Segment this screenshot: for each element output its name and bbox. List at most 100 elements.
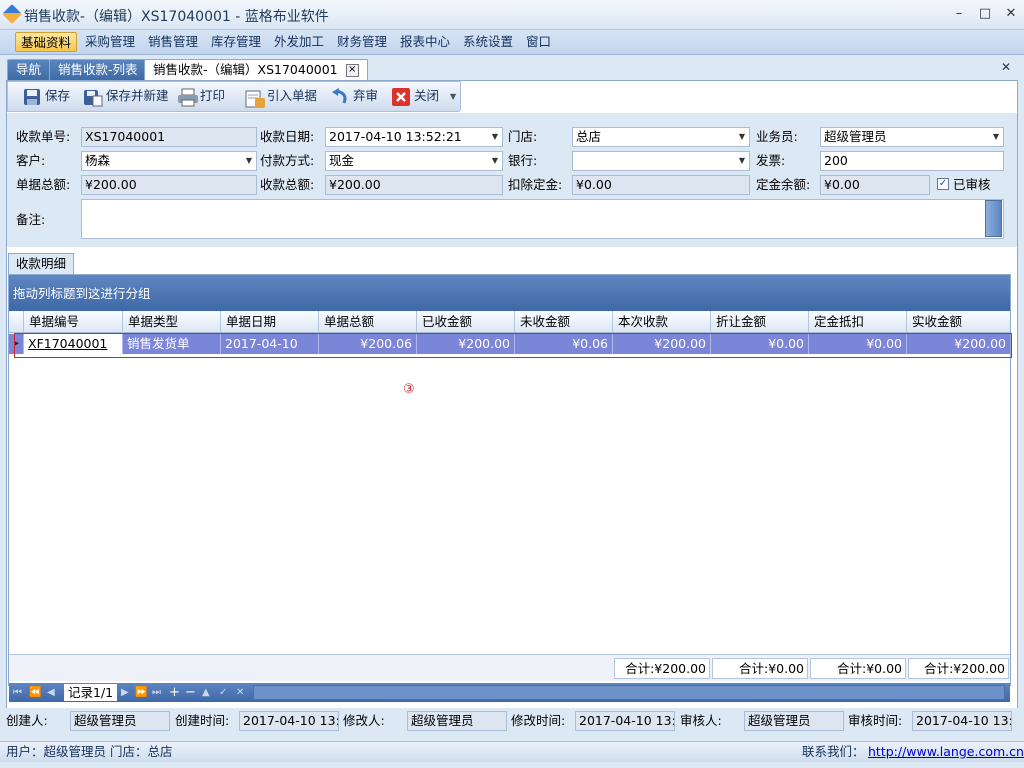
toolbar-overflow-icon[interactable]: ▼ bbox=[450, 92, 456, 101]
edit-record-icon[interactable]: ▲ bbox=[202, 684, 210, 701]
col-unreceived[interactable]: 未收金额 bbox=[514, 311, 612, 333]
tab-close-icon[interactable]: × bbox=[345, 64, 359, 77]
delete-record-icon[interactable]: − bbox=[185, 684, 196, 701]
close-panel-icon[interactable]: ✕ bbox=[1001, 60, 1011, 74]
contact-link[interactable]: http://www.lange.com.cn bbox=[868, 743, 1024, 760]
status-user: 用户：超级管理员 门店：总店 bbox=[6, 744, 173, 759]
sum-this-receipt: 合计:¥200.00 bbox=[614, 658, 710, 679]
doc-no-field[interactable]: XS17040001 bbox=[81, 127, 257, 147]
printer-icon bbox=[177, 87, 198, 107]
col-doc-total[interactable]: 单据总额 bbox=[318, 311, 416, 333]
close-label: 关闭 bbox=[414, 88, 440, 103]
invoice-field[interactable]: 200 bbox=[820, 151, 1004, 171]
menu-window[interactable]: 窗口 bbox=[521, 32, 556, 52]
customer-value: 杨森 bbox=[85, 153, 111, 168]
horizontal-scrollbar[interactable] bbox=[253, 685, 1005, 700]
cancel-icon[interactable]: ✕ bbox=[236, 684, 244, 701]
menu-basic-data[interactable]: 基础资料 bbox=[15, 32, 78, 52]
close-button[interactable]: 关闭 bbox=[391, 85, 439, 107]
customer-select[interactable]: 杨森 ▼ bbox=[81, 151, 257, 171]
prev-record-icon[interactable]: ◀ bbox=[47, 684, 55, 701]
group-panel[interactable]: 拖动列标题到这进行分组 bbox=[9, 275, 1010, 311]
last-record-icon[interactable]: ⏭ bbox=[152, 684, 161, 701]
payment-method-select[interactable]: 现金 ▼ bbox=[325, 151, 503, 171]
tab-navigation[interactable]: 导航 bbox=[7, 59, 51, 80]
store-label: 门店: bbox=[508, 129, 538, 144]
import-label: 引入单据 bbox=[267, 88, 318, 103]
contact-label: 联系我们： bbox=[802, 744, 865, 759]
unaudit-button[interactable]: 弃审 bbox=[330, 85, 378, 107]
menu-settings[interactable]: 系统设置 bbox=[458, 32, 518, 52]
date-value: 2017-04-10 13:52:21 bbox=[329, 129, 462, 144]
close-window-button[interactable]: ✕ bbox=[998, 4, 1024, 24]
chevron-down-icon[interactable]: ▼ bbox=[492, 152, 498, 170]
invoice-label: 发票: bbox=[756, 153, 786, 168]
print-button[interactable]: 打印 bbox=[177, 85, 225, 107]
save-button[interactable]: 保存 bbox=[22, 85, 70, 107]
modified-field: 2017-04-10 13:5: bbox=[575, 711, 675, 731]
menu-purchase[interactable]: 采购管理 bbox=[80, 32, 140, 52]
next-record-icon[interactable]: ▶ bbox=[121, 684, 129, 701]
col-discount[interactable]: 折让金额 bbox=[710, 311, 808, 333]
staff-select[interactable]: 超级管理员 ▼ bbox=[820, 127, 1004, 147]
col-actual-received[interactable]: 实收金额 bbox=[906, 311, 1010, 333]
undo-icon bbox=[330, 87, 350, 107]
remark-label: 备注: bbox=[16, 212, 46, 227]
tab-receipt-edit-label: 销售收款-（编辑）XS17040001 bbox=[153, 62, 338, 77]
staff-value: 超级管理员 bbox=[824, 129, 887, 144]
maximize-button[interactable]: □ bbox=[972, 4, 998, 24]
save-icon bbox=[22, 87, 42, 107]
col-doc-no[interactable]: 单据编号 bbox=[23, 311, 122, 333]
chevron-down-icon[interactable]: ▼ bbox=[739, 152, 745, 170]
import-document-button[interactable]: 引入单据 bbox=[244, 85, 318, 108]
date-label: 收款日期: bbox=[260, 129, 315, 144]
remark-scrollbar[interactable] bbox=[985, 200, 1002, 237]
store-select[interactable]: 总店 ▼ bbox=[572, 127, 750, 147]
tab-receipt-edit[interactable]: 销售收款-（编辑）XS17040001 × bbox=[144, 59, 368, 80]
menu-finance[interactable]: 财务管理 bbox=[332, 32, 392, 52]
auditor-field: 超级管理员 bbox=[744, 711, 844, 731]
payment-method-label: 付款方式: bbox=[260, 153, 315, 168]
save-and-new-button[interactable]: 保存并新建 bbox=[83, 85, 169, 107]
col-this-receipt[interactable]: 本次收款 bbox=[612, 311, 710, 333]
modified-label: 修改时间: bbox=[511, 713, 566, 728]
menu-inventory[interactable]: 库存管理 bbox=[206, 32, 266, 52]
remark-textarea[interactable] bbox=[81, 199, 1004, 239]
audited-checkbox[interactable]: ✓ bbox=[937, 178, 949, 190]
created-label: 创建时间: bbox=[175, 713, 230, 728]
chevron-down-icon[interactable]: ▼ bbox=[993, 128, 999, 146]
date-field[interactable]: 2017-04-10 13:52:21 ▼ bbox=[325, 127, 503, 147]
chevron-down-icon[interactable]: ▼ bbox=[739, 128, 745, 146]
created-field: 2017-04-10 13:5 bbox=[239, 711, 339, 731]
minimize-button[interactable]: – bbox=[946, 4, 972, 24]
modifier-field: 超级管理员 bbox=[407, 711, 507, 731]
col-deposit-offset[interactable]: 定金抵扣 bbox=[808, 311, 906, 333]
audited-label: 已审核 bbox=[953, 177, 991, 192]
confirm-icon[interactable]: ✓ bbox=[219, 684, 227, 701]
tab-receipt-details[interactable]: 收款明细 bbox=[8, 253, 75, 274]
chevron-down-icon[interactable]: ▼ bbox=[492, 128, 498, 146]
deposit-balance-label: 定金余额: bbox=[756, 177, 811, 192]
next-page-icon[interactable]: ⏩ bbox=[135, 684, 147, 701]
sum-deposit-offset: 合计:¥0.00 bbox=[810, 658, 906, 679]
bank-select[interactable]: ▼ bbox=[572, 151, 750, 171]
chevron-down-icon[interactable]: ▼ bbox=[246, 152, 252, 170]
row-highlight-box bbox=[14, 333, 1012, 358]
auditor-label: 审核人: bbox=[680, 713, 722, 728]
add-record-icon[interactable]: + bbox=[169, 684, 180, 701]
deposit-field: ¥0.00 bbox=[572, 175, 750, 195]
grid-footer: 合计:¥200.00 合计:¥0.00 合计:¥0.00 合计:¥200.00 bbox=[9, 654, 1010, 681]
first-record-icon[interactable]: ⏮ bbox=[13, 684, 22, 701]
tab-receipt-list[interactable]: 销售收款-列表 bbox=[49, 59, 147, 80]
menu-outsourcing[interactable]: 外发加工 bbox=[269, 32, 329, 52]
menu-reports[interactable]: 报表中心 bbox=[395, 32, 455, 52]
col-doc-type[interactable]: 单据类型 bbox=[122, 311, 220, 333]
menu-sales[interactable]: 销售管理 bbox=[143, 32, 203, 52]
print-label: 打印 bbox=[200, 88, 226, 103]
col-doc-date[interactable]: 单据日期 bbox=[220, 311, 318, 333]
prev-page-icon[interactable]: ⏪ bbox=[29, 684, 41, 701]
col-received[interactable]: 已收金额 bbox=[416, 311, 514, 333]
audit-time-label: 审核时间: bbox=[848, 713, 903, 728]
sum-discount: 合计:¥0.00 bbox=[712, 658, 808, 679]
deposit-balance-field: ¥0.00 bbox=[820, 175, 930, 195]
